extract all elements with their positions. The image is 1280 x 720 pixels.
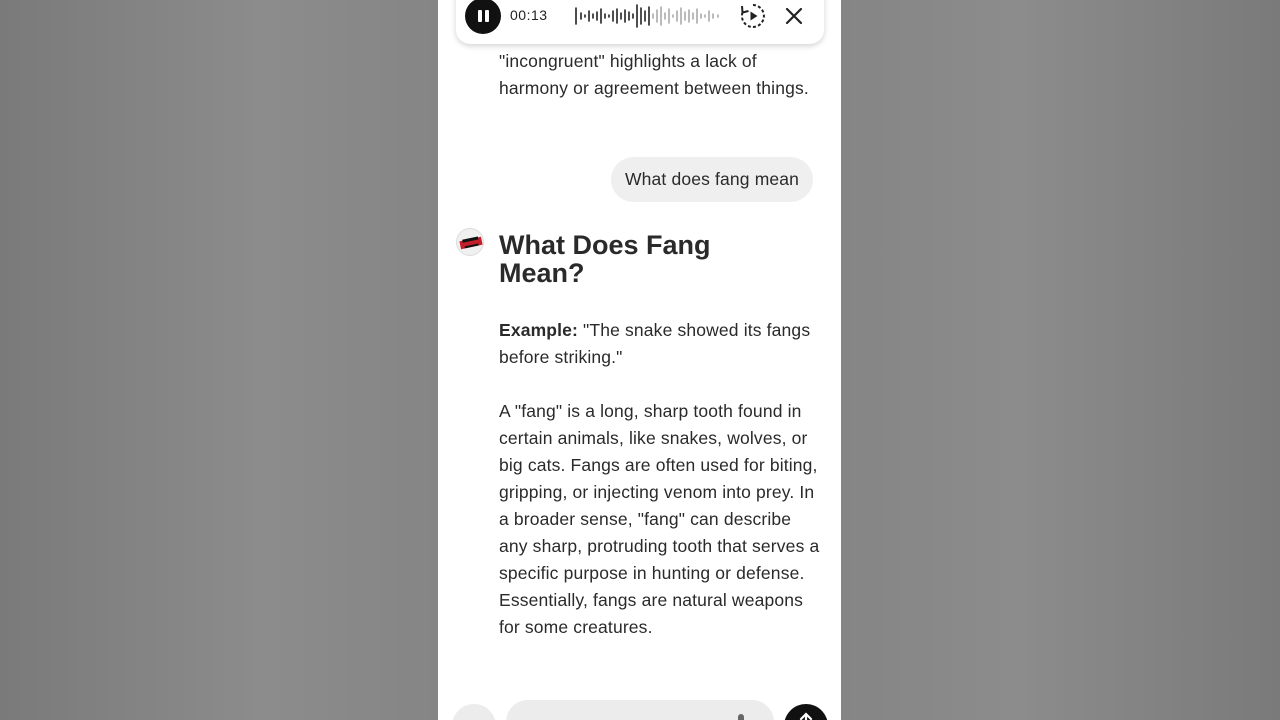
waveform[interactable] [574,2,724,30]
example-label: Example: [499,320,579,340]
pause-button[interactable] [465,0,501,34]
send-button[interactable] [784,704,828,720]
send-arrow-icon [799,712,813,720]
bot-avatar [456,228,484,256]
pause-icon-bar [484,10,489,22]
background-left [0,0,438,720]
mic-icon[interactable] [734,714,748,720]
audio-player: 00:13 [456,0,824,44]
chat-screen: 00:13 "incongruent" highlights a lack of… [438,0,841,720]
background-right [841,0,1280,720]
bot-logo-icon [459,236,483,250]
attach-button[interactable] [452,704,496,720]
pause-icon [477,10,482,22]
previous-response-text: "incongruent" highlights a lack of harmo… [499,51,809,98]
response-heading: What Does Fang Mean? [499,230,711,288]
definition-paragraph: A "fang" is a long, sharp tooth found in… [499,401,820,637]
playback-time: 00:13 [510,7,548,23]
user-message-bubble: What does fang mean [611,157,814,202]
example-paragraph: Example: "The snake showed its fangs bef… [499,317,819,371]
close-icon[interactable] [782,4,806,28]
replay-icon[interactable] [739,2,767,30]
